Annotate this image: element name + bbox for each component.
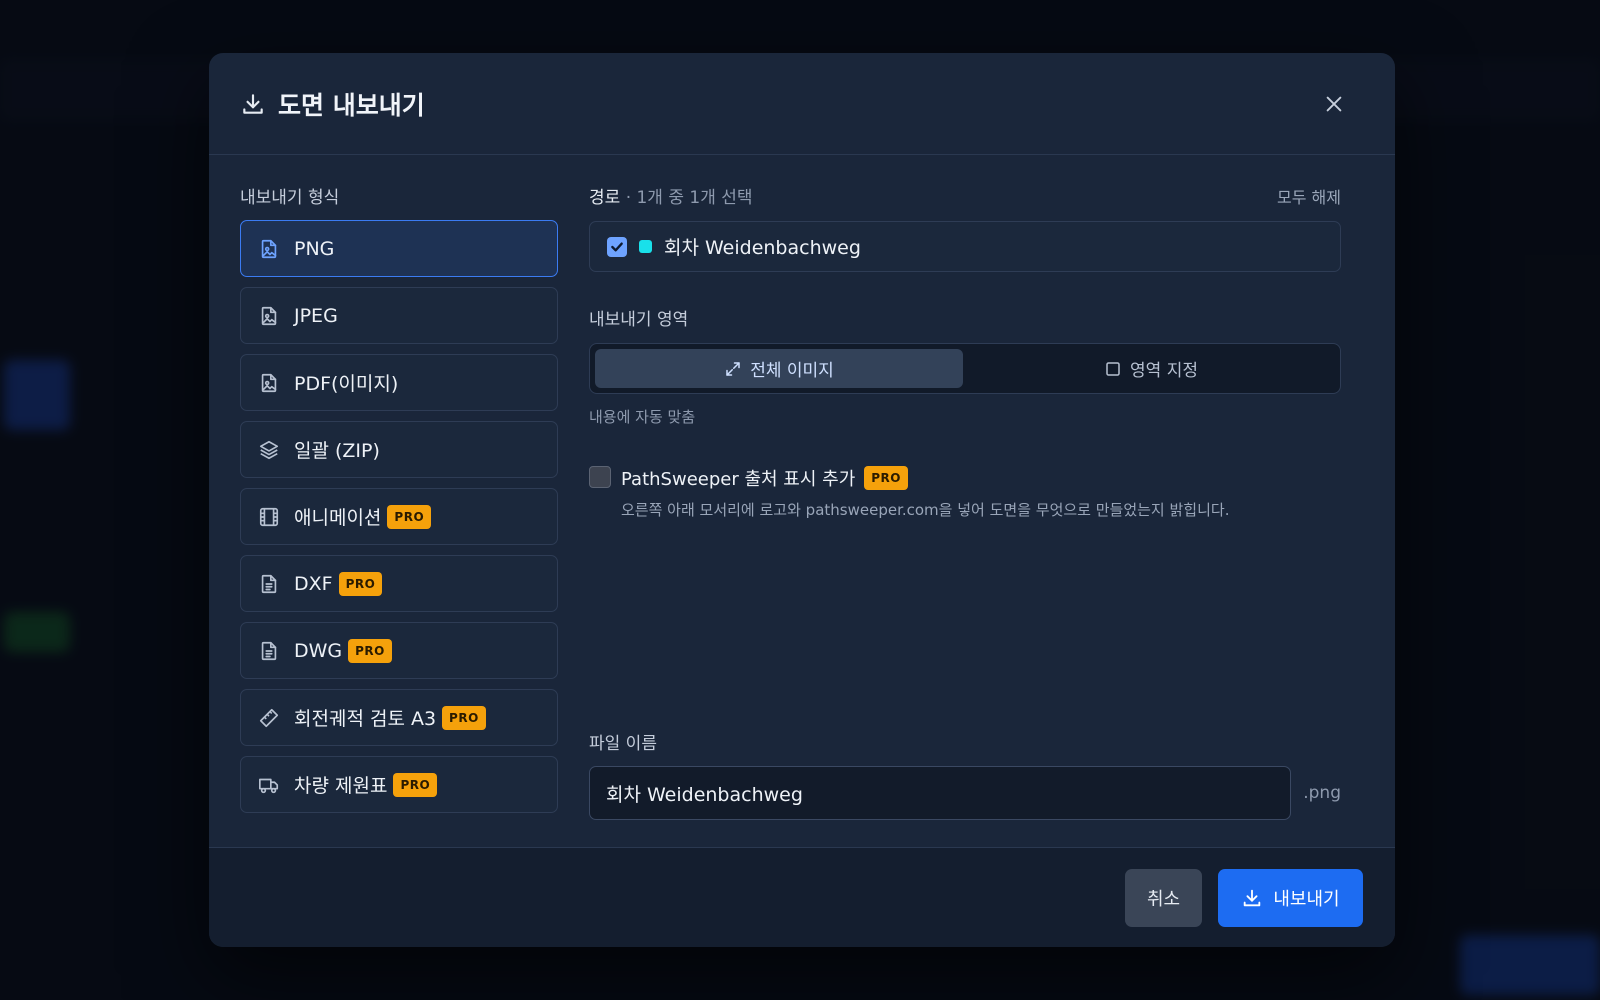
download-icon [240,91,266,117]
route-checkbox[interactable] [607,236,627,257]
check-icon [611,242,623,251]
route-color-swatch [639,240,652,253]
attribution-checkbox[interactable] [589,466,611,488]
dialog-footer: 취소 내보내기 [209,847,1395,947]
format-option-회전궤적-검토-a3[interactable]: 회전궤적 검토 A3 PRO [240,689,558,746]
image-file-icon [258,372,280,394]
image-file-icon [258,238,280,260]
export-button[interactable]: 내보내기 [1218,869,1363,927]
deselect-all-button[interactable]: 모두 해제 [1277,184,1341,208]
format-panel: 내보내기 형식 PNG JPEG PDF(이미지) 일괄 (ZIP) 애니메이션 PRO D… [240,183,558,823]
route-item[interactable]: 회차 Weidenbachweg [589,221,1341,272]
document-icon [258,640,280,662]
format-label: PDF(이미지) [294,373,399,395]
export-button-label: 내보내기 [1273,889,1340,910]
filename-label: 파일 이름 [589,734,657,754]
area-option-full-image[interactable]: 전체 이미지 [595,349,963,388]
dialog-header: 도면 내보내기 [209,53,1395,155]
attribution-text: PathSweeper 출처 표시 추가 PRO 오른쪽 아래 모서리에 로고와… [621,465,1229,520]
dialog-title: 도면 내보내기 [278,90,425,120]
format-label: 차량 제원표 [294,775,388,797]
pro-badge: PRO [864,466,909,490]
download-icon [1244,889,1261,907]
format-section-label: 내보내기 형식 [240,188,340,208]
area-segmented-control: 전체 이미지 영역 지정 [589,343,1341,394]
format-option-png[interactable]: PNG [240,220,558,277]
pro-badge: PRO [387,504,432,529]
film-icon [258,506,280,528]
square-icon [1106,361,1120,376]
format-option-dwg[interactable]: DWG PRO [240,622,558,679]
options-panel: 경로 · 1개 중 1개 선택 모두 해제 회차 Weidenbachweg 내… [589,183,1341,833]
area-option-label: 영역 지정 [1130,361,1198,381]
route-label: 경로 [589,188,621,208]
document-icon [258,573,280,595]
expand-icon [726,361,740,376]
format-label: 애니메이션 [294,507,382,529]
pro-badge: PRO [393,772,438,797]
format-label: DWG [294,639,343,662]
pro-badge: PRO [338,571,383,596]
route-header: 경로 · 1개 중 1개 선택 모두 해제 [589,183,1341,209]
layers-icon [258,439,280,461]
attribution-description: 오른쪽 아래 모서리에 로고와 pathsweeper.com을 넣어 도면을 … [621,501,1230,519]
filename-extension: .png [1303,783,1341,803]
format-option-jpeg[interactable]: JPEG [240,287,558,344]
format-option-dxf[interactable]: DXF PRO [240,555,558,612]
pro-badge: PRO [442,705,486,730]
filename-input[interactable] [589,766,1292,820]
format-label: 회전궤적 검토 A3 [294,708,437,730]
format-option-pdf-이미지[interactable]: PDF(이미지) [240,354,558,411]
attribution-title: PathSweeper 출처 표시 추가 PRO [621,465,1229,491]
route-count: · 1개 중 1개 선택 [625,188,753,208]
format-option-차량-제원표[interactable]: 차량 제원표 PRO [240,756,558,813]
dialog-body: 내보내기 형식 PNG JPEG PDF(이미지) 일괄 (ZIP) 애니메이션 PRO D… [209,155,1395,848]
format-label: PNG [294,237,335,260]
area-section-label: 내보내기 영역 [589,310,689,330]
attribution-option: PathSweeper 출처 표시 추가 PRO 오른쪽 아래 모서리에 로고와… [589,465,1341,520]
pro-badge: PRO [348,638,392,663]
format-label: 일괄 (ZIP) [294,440,380,462]
area-option-custom-region[interactable]: 영역 지정 [967,349,1335,388]
export-dialog: 도면 내보내기 내보내기 형식 PNG JPEG PDF(이미지) 일괄 (ZIP) 애… [209,53,1395,947]
truck-icon [258,774,280,796]
format-label: JPEG [294,304,338,327]
route-header-label: 경로 · 1개 중 1개 선택 [589,183,753,208]
ruler-icon [258,707,280,729]
attribution-label: PathSweeper 출처 표시 추가 [621,469,856,490]
format-option-일괄-zip[interactable]: 일괄 (ZIP) [240,421,558,478]
route-name: 회차 Weidenbachweg [664,237,861,259]
filename-row: .png [589,766,1341,820]
image-file-icon [258,305,280,327]
filename-section: 파일 이름 .png [589,729,1341,820]
close-icon [1326,96,1342,112]
format-option-애니메이션[interactable]: 애니메이션 PRO [240,488,558,545]
cancel-button[interactable]: 취소 [1125,869,1202,927]
format-label: DXF [294,572,333,595]
close-button[interactable] [1321,91,1347,117]
area-option-label: 전체 이미지 [750,361,834,381]
format-list: PNG JPEG PDF(이미지) 일괄 (ZIP) 애니메이션 PRO DXF PRO DWG… [240,220,558,813]
area-hint: 내용에 자동 맞춤 [589,408,696,426]
